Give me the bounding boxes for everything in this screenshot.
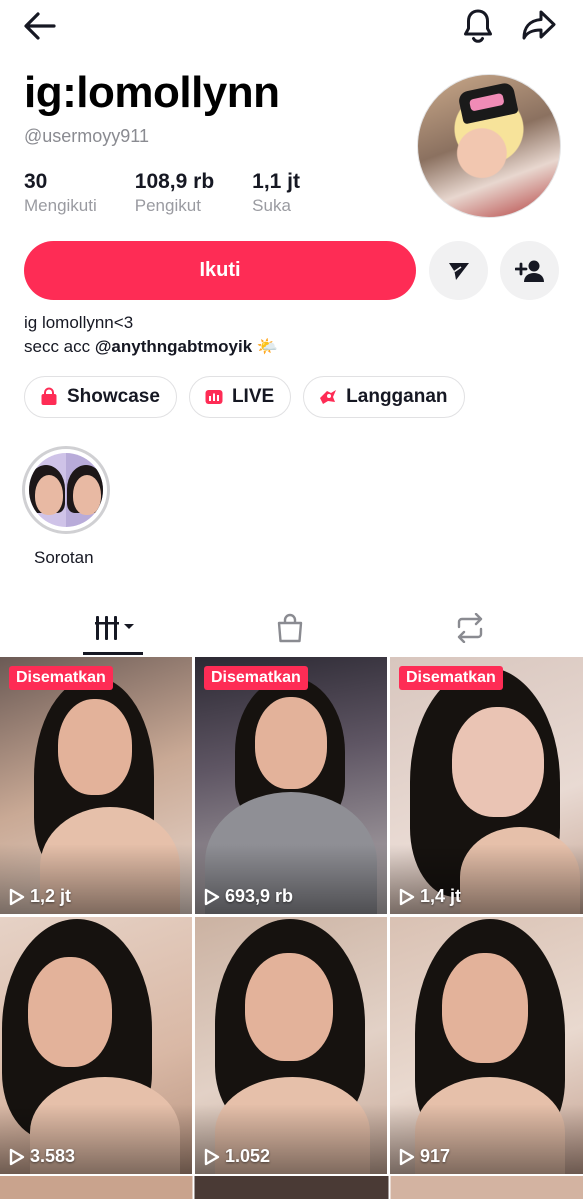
- profile-handle: @usermoyy911: [24, 126, 149, 146]
- add-friend-button[interactable]: [500, 241, 559, 300]
- notifications-button[interactable]: [456, 4, 500, 46]
- profile-bio: ig lomollynn<3 secc acc @anythngabtmoyik…: [24, 311, 278, 359]
- view-count: 917: [399, 1146, 450, 1167]
- play-icon: [399, 1148, 415, 1166]
- profile-page: ig:lomollynn @usermoyy911 30 Mengikuti 1…: [0, 0, 583, 1199]
- video-thumb-face: [58, 699, 132, 795]
- play-icon: [9, 1148, 25, 1166]
- view-count: 693,9 rb: [204, 886, 293, 907]
- video-thumb-face: [442, 953, 528, 1063]
- highlight-item[interactable]: [22, 446, 110, 534]
- view-count-value: 3.583: [30, 1146, 76, 1166]
- back-button[interactable]: [18, 6, 62, 46]
- highlight-label: Sorotan: [34, 548, 94, 567]
- stat-followers[interactable]: 108,9 rb Pengikut: [135, 170, 214, 218]
- view-count: 1,4 jt: [399, 886, 461, 907]
- stat-followers-value: 108,9 rb: [134, 170, 215, 193]
- video-thumb-face: [452, 707, 544, 817]
- subscription-chip[interactable]: Langganan: [303, 376, 465, 418]
- live-chip[interactable]: LIVE: [188, 376, 292, 418]
- view-count: 1.052: [204, 1146, 270, 1167]
- tab-repost[interactable]: [430, 606, 510, 650]
- arrow-left-icon: [24, 12, 56, 40]
- subscription-chip-label: Langganan: [346, 386, 448, 407]
- view-count-value: 917: [420, 1146, 451, 1166]
- tab-videos[interactable]: [75, 606, 155, 650]
- stat-following-label: Mengikuti: [24, 196, 97, 215]
- top-bar: [0, 0, 583, 56]
- video-tile[interactable]: 917: [390, 917, 583, 1174]
- view-count-value: 693,9 rb: [225, 886, 294, 906]
- stat-following-value: 30: [24, 170, 48, 193]
- video-tile[interactable]: Disematkan 1,4 jt: [390, 657, 583, 914]
- profile-tabs: [0, 600, 583, 656]
- highlight-thumb-face-left: [35, 475, 63, 515]
- stat-followers-label: Pengikut: [134, 196, 201, 215]
- follow-button[interactable]: Ikuti: [24, 241, 416, 300]
- grid-icon: [95, 616, 134, 640]
- send-icon: [448, 262, 469, 280]
- bio-line-2-text: secc acc: [24, 337, 95, 356]
- repost-icon: [457, 613, 483, 643]
- bio-emoji: 🌤️: [256, 337, 279, 356]
- video-tile[interactable]: Disematkan 1,2 jt: [0, 657, 192, 914]
- video-tile[interactable]: Disematkan 693,9 rb: [195, 657, 387, 914]
- bell-icon: [464, 9, 492, 43]
- view-count: 3.583: [9, 1146, 75, 1167]
- bio-mention-link[interactable]: @anythngabtmoyik: [95, 337, 252, 356]
- pinned-badge: Disematkan: [9, 666, 113, 690]
- share-icon: [522, 10, 556, 40]
- play-icon: [399, 888, 415, 906]
- add-user-icon: [514, 260, 544, 282]
- avatar-hat-graphic: [457, 81, 519, 125]
- play-icon: [204, 1148, 220, 1166]
- view-count-value: 1,4 jt: [420, 886, 462, 906]
- stat-likes-label: Suka: [252, 196, 291, 215]
- avatar[interactable]: [417, 74, 561, 218]
- video-thumb-face: [28, 957, 112, 1067]
- video-tile[interactable]: 3.583: [0, 917, 192, 1174]
- tab-shop[interactable]: [250, 606, 330, 650]
- profile-display-name: ig:lomollynn: [24, 68, 280, 117]
- profile-chips: Showcase LIVE Langganan: [24, 376, 465, 418]
- bag-icon: [277, 613, 303, 643]
- showcase-chip[interactable]: Showcase: [24, 376, 177, 418]
- video-thumb-face: [245, 953, 333, 1061]
- video-tile[interactable]: 1.052: [195, 917, 387, 1174]
- stat-following[interactable]: 30 Mengikuti: [24, 170, 97, 218]
- play-icon: [9, 888, 25, 906]
- share-button[interactable]: [516, 4, 562, 46]
- showcase-chip-label: Showcase: [67, 386, 160, 407]
- live-chip-label: LIVE: [231, 386, 275, 407]
- highlight-thumbnail: [29, 453, 103, 527]
- stat-likes[interactable]: 1,1 jt Suka: [252, 170, 300, 218]
- profile-stats: 30 Mengikuti 108,9 rb Pengikut 1,1 jt Su…: [24, 170, 338, 218]
- bio-line-2: secc acc @anythngabtmoyik 🌤️: [24, 335, 278, 359]
- stat-likes-value: 1,1 jt: [252, 170, 301, 193]
- video-thumb-face: [255, 697, 327, 789]
- next-row-peek: [0, 1176, 583, 1199]
- active-tab-indicator: [83, 652, 143, 655]
- shopping-bag-icon: [39, 387, 59, 407]
- live-icon: [204, 387, 224, 407]
- view-count-value: 1,2 jt: [30, 886, 72, 906]
- view-count: 1,2 jt: [9, 886, 71, 907]
- pinned-badge: Disematkan: [399, 666, 503, 690]
- message-button[interactable]: [429, 241, 488, 300]
- view-count-value: 1.052: [225, 1146, 271, 1166]
- play-icon: [204, 888, 220, 906]
- highlight-thumb-face-right: [73, 475, 101, 515]
- subscription-icon: [318, 387, 338, 407]
- bio-line-1: ig lomollynn<3: [24, 313, 134, 332]
- pinned-badge: Disematkan: [204, 666, 308, 690]
